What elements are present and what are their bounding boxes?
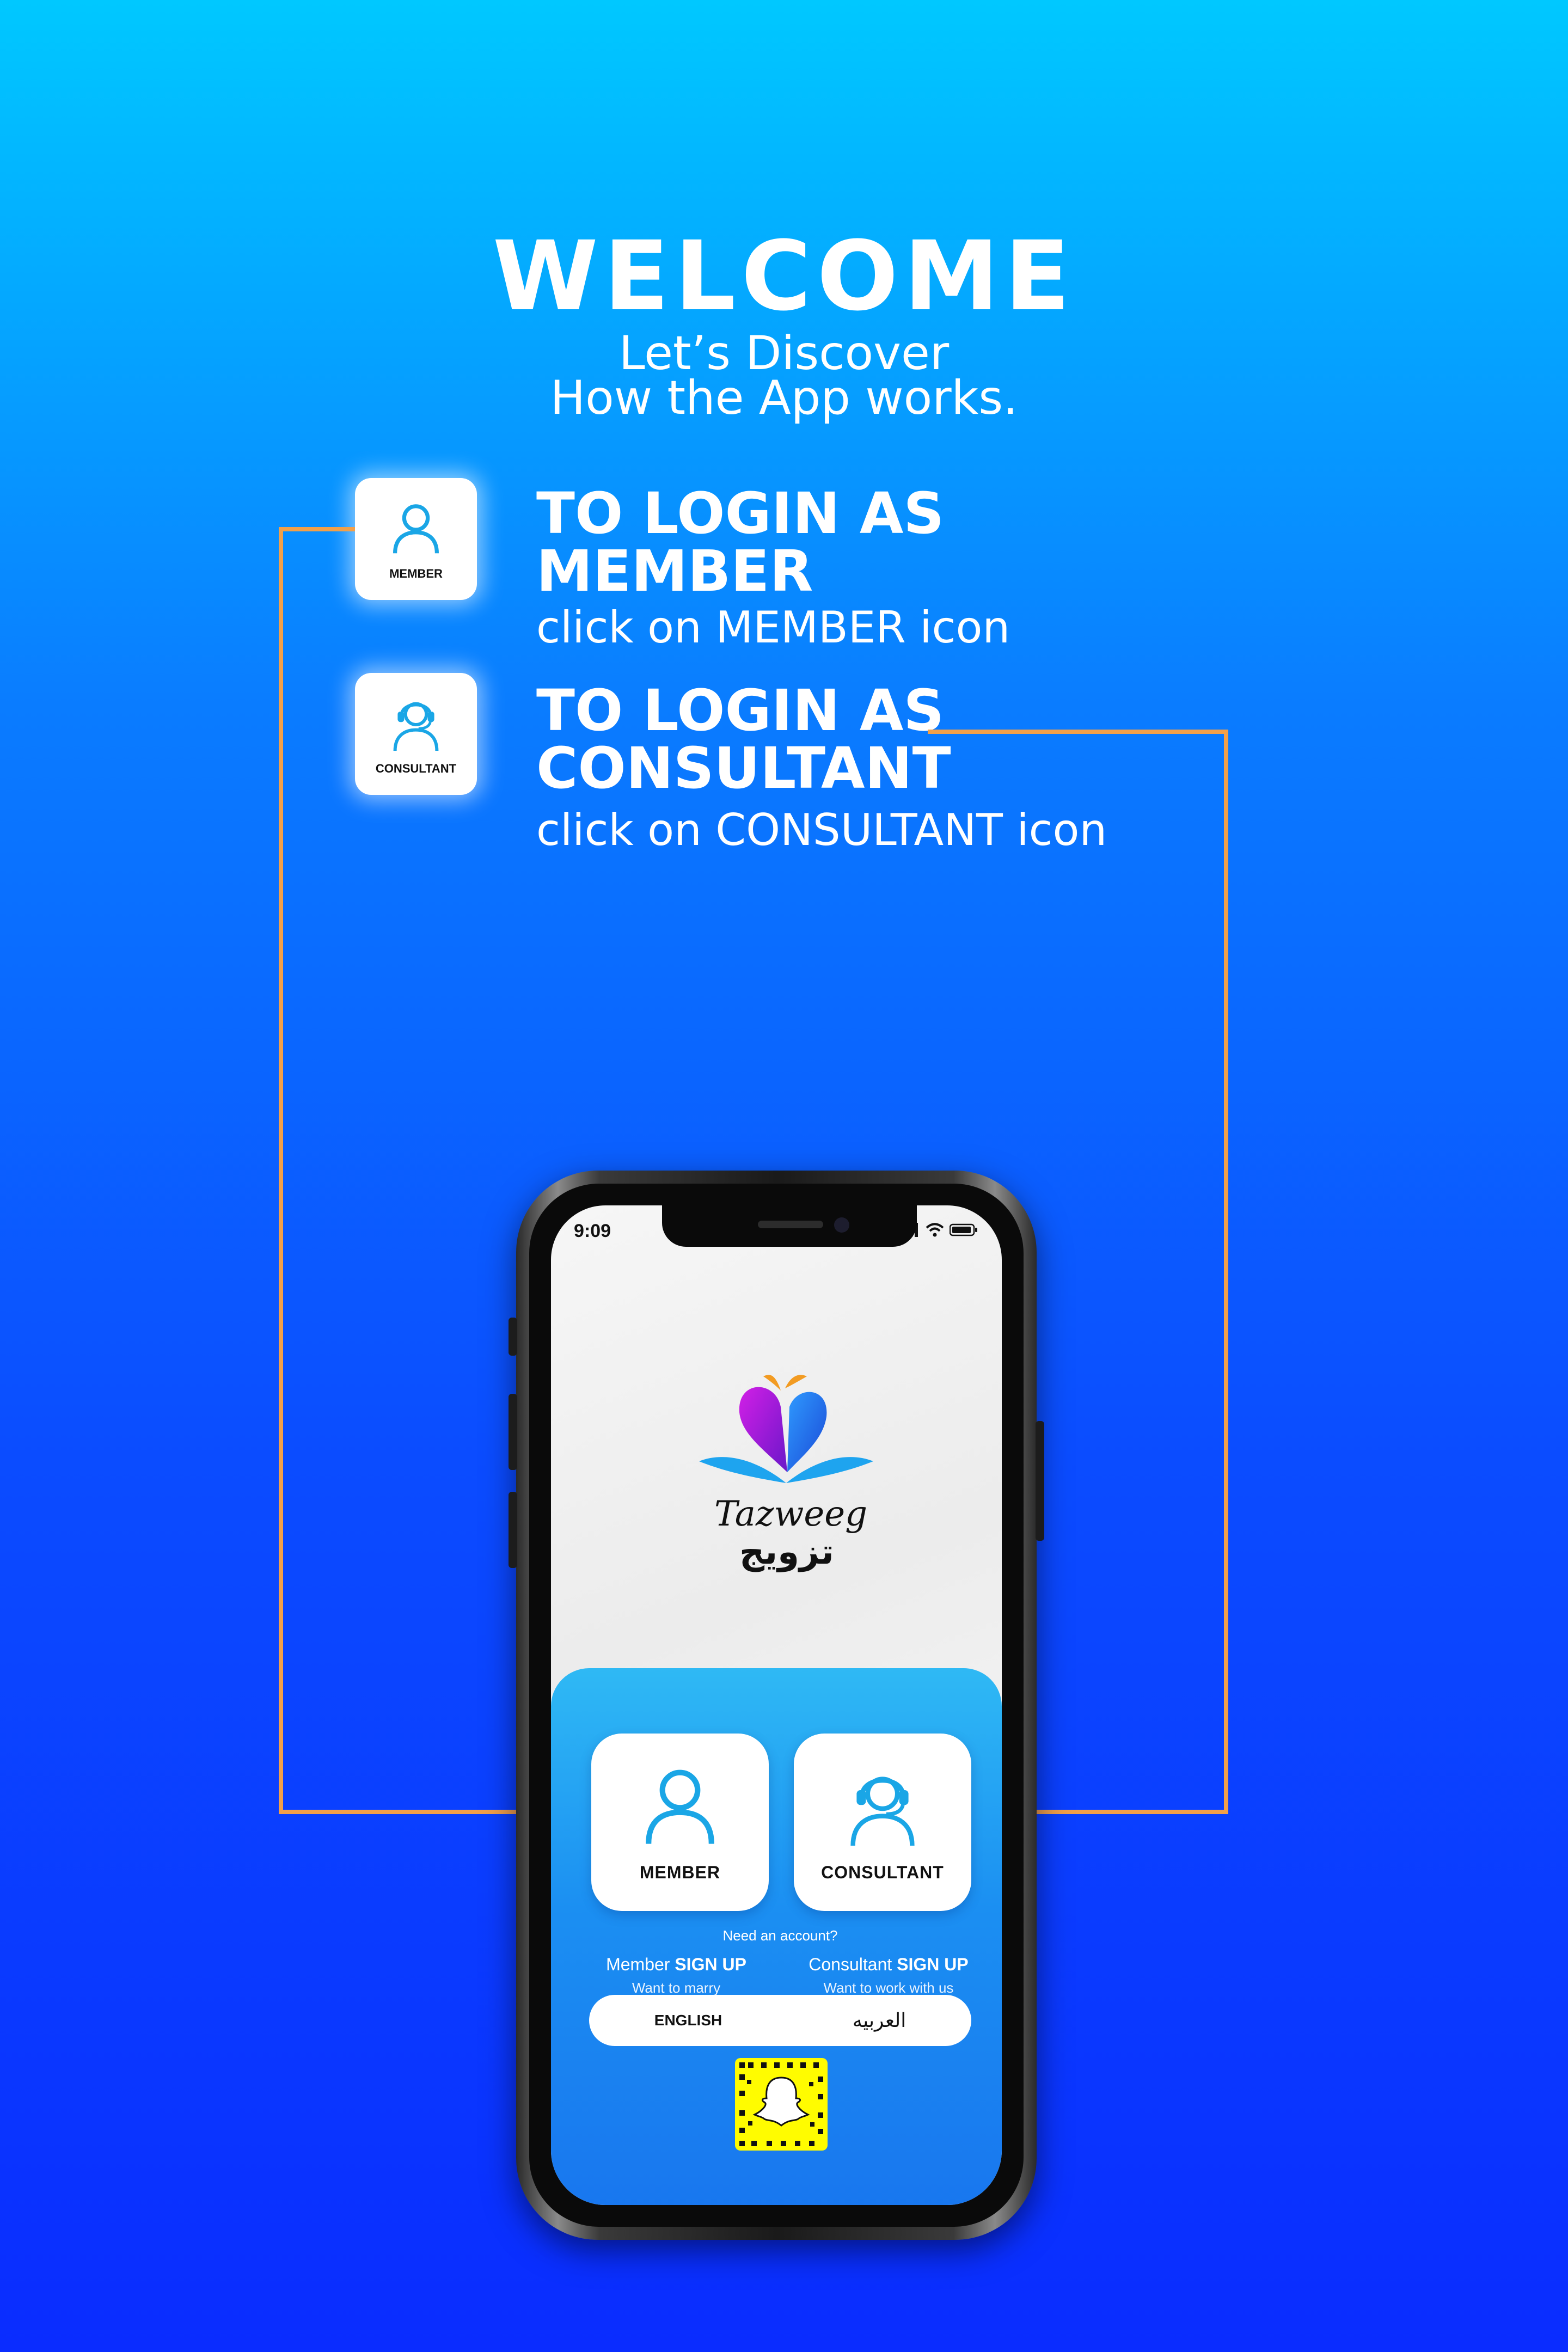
headset-person-icon bbox=[393, 702, 439, 751]
phone-screen: 9:09 Tazweeg تزويج MEMBER CONSULTANT Nee… bbox=[551, 1205, 1002, 2205]
phone-camera bbox=[834, 1217, 849, 1233]
person-icon bbox=[393, 504, 439, 554]
consultant-headset-icon bbox=[850, 1776, 915, 1846]
consultant-title-line-2: CONSULTANT bbox=[536, 735, 951, 801]
member-tile[interactable]: MEMBER bbox=[355, 478, 477, 600]
tazweeg-logo-icon bbox=[699, 1375, 873, 1483]
member-login-title: TO LOGIN AS MEMBER bbox=[536, 485, 944, 600]
consultant-login-title: TO LOGIN AS CONSULTANT bbox=[536, 682, 951, 797]
consultant-login-subtitle: click on CONSULTANT icon bbox=[536, 805, 1107, 855]
consultant-signup-action: SIGN UP bbox=[897, 1955, 969, 1974]
battery-icon bbox=[950, 1223, 977, 1236]
mute-switch bbox=[509, 1318, 517, 1356]
member-login-label: MEMBER bbox=[639, 1862, 721, 1882]
consultant-login-label: CONSULTANT bbox=[821, 1862, 944, 1882]
member-signup-link[interactable]: Member SIGN UP bbox=[595, 1955, 758, 1975]
member-signup-prefix: Member bbox=[606, 1955, 670, 1974]
wifi-icon bbox=[926, 1223, 944, 1237]
member-connector-top bbox=[279, 527, 355, 531]
consultant-signup-subtext: Want to work with us bbox=[823, 1980, 954, 1996]
logo-name-en: Tazweeg bbox=[714, 1494, 868, 1534]
phone-speaker bbox=[758, 1221, 823, 1228]
language-switch: ENGLISH العربيه bbox=[589, 1995, 971, 2046]
subtitle-line-1: Let’s Discover bbox=[618, 326, 950, 381]
welcome-title: WELCOME bbox=[492, 220, 1076, 332]
subtitle: Let’s Discover How the App works. bbox=[0, 326, 1568, 425]
consultant-tile[interactable]: CONSULTANT bbox=[355, 673, 477, 795]
volume-down-button bbox=[509, 1492, 517, 1568]
member-title-line-2: MEMBER bbox=[536, 538, 813, 604]
member-login-subtitle: click on MEMBER icon bbox=[536, 602, 1010, 653]
member-signup-action: SIGN UP bbox=[675, 1955, 746, 1974]
member-login-button[interactable]: MEMBER bbox=[591, 1734, 769, 1911]
consultant-connector-top bbox=[928, 730, 1228, 734]
logo-name-ar: تزويج bbox=[739, 1532, 834, 1572]
snapchat-ghost-icon bbox=[739, 2062, 823, 2146]
phone-bezel: 9:09 Tazweeg تزويج MEMBER CONSULTANT Nee… bbox=[529, 1184, 1024, 2227]
consultant-title-line-1: TO LOGIN AS bbox=[536, 677, 945, 744]
subtitle-line-2: How the App works. bbox=[550, 371, 1018, 425]
power-button bbox=[1036, 1421, 1044, 1541]
consultant-connector-vertical bbox=[1224, 730, 1228, 1814]
need-account-text: Need an account? bbox=[722, 1927, 838, 1944]
consultant-signup-prefix: Consultant bbox=[808, 1955, 892, 1974]
language-arabic-button[interactable]: العربيه bbox=[853, 2010, 906, 2032]
member-title-line-1: TO LOGIN AS bbox=[536, 480, 945, 547]
consultant-login-button[interactable]: CONSULTANT bbox=[794, 1734, 971, 1911]
phone-mockup: 9:09 Tazweeg تزويج MEMBER CONSULTANT Nee… bbox=[509, 1171, 1044, 2240]
snapcode[interactable] bbox=[735, 2058, 828, 2151]
status-time: 9:09 bbox=[574, 1221, 611, 1241]
consultant-tile-label: CONSULTANT bbox=[375, 762, 457, 775]
member-connector-vertical bbox=[279, 527, 283, 1814]
consultant-signup-link[interactable]: Consultant SIGN UP bbox=[791, 1955, 987, 1975]
language-english-button[interactable]: ENGLISH bbox=[654, 2012, 722, 2029]
member-person-icon bbox=[646, 1769, 714, 1844]
member-signup-subtext: Want to marry bbox=[632, 1980, 721, 1996]
member-tile-label: MEMBER bbox=[389, 567, 443, 580]
volume-up-button bbox=[509, 1394, 517, 1470]
